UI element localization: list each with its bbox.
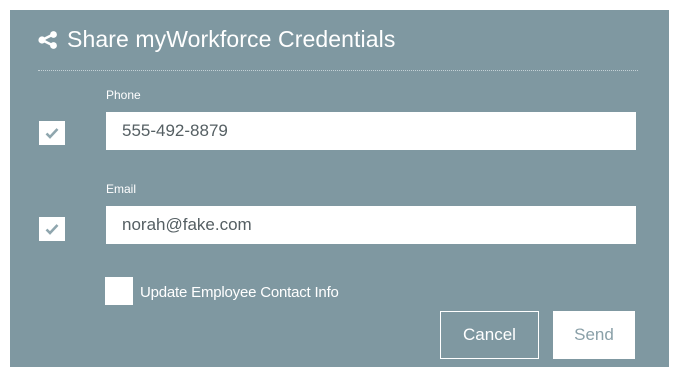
check-icon — [45, 128, 59, 139]
cancel-button[interactable]: Cancel — [440, 311, 539, 359]
phone-checkbox[interactable] — [39, 121, 65, 145]
email-checkbox[interactable] — [39, 217, 65, 241]
email-input[interactable] — [106, 206, 636, 244]
share-icon — [38, 30, 58, 49]
update-contact-checkbox[interactable] — [105, 277, 133, 305]
email-label: Email — [106, 182, 137, 196]
check-icon — [45, 224, 59, 235]
header-divider — [38, 70, 638, 71]
update-contact-label[interactable]: Update Employee Contact Info — [140, 284, 339, 301]
send-button[interactable]: Send — [553, 311, 635, 359]
dialog-header: Share myWorkforce Credentials — [38, 26, 395, 53]
phone-input[interactable] — [106, 112, 636, 150]
share-credentials-dialog: Share myWorkforce Credentials Phone Emai… — [10, 10, 669, 367]
phone-label: Phone — [106, 88, 141, 102]
dialog-title: Share myWorkforce Credentials — [67, 26, 396, 52]
